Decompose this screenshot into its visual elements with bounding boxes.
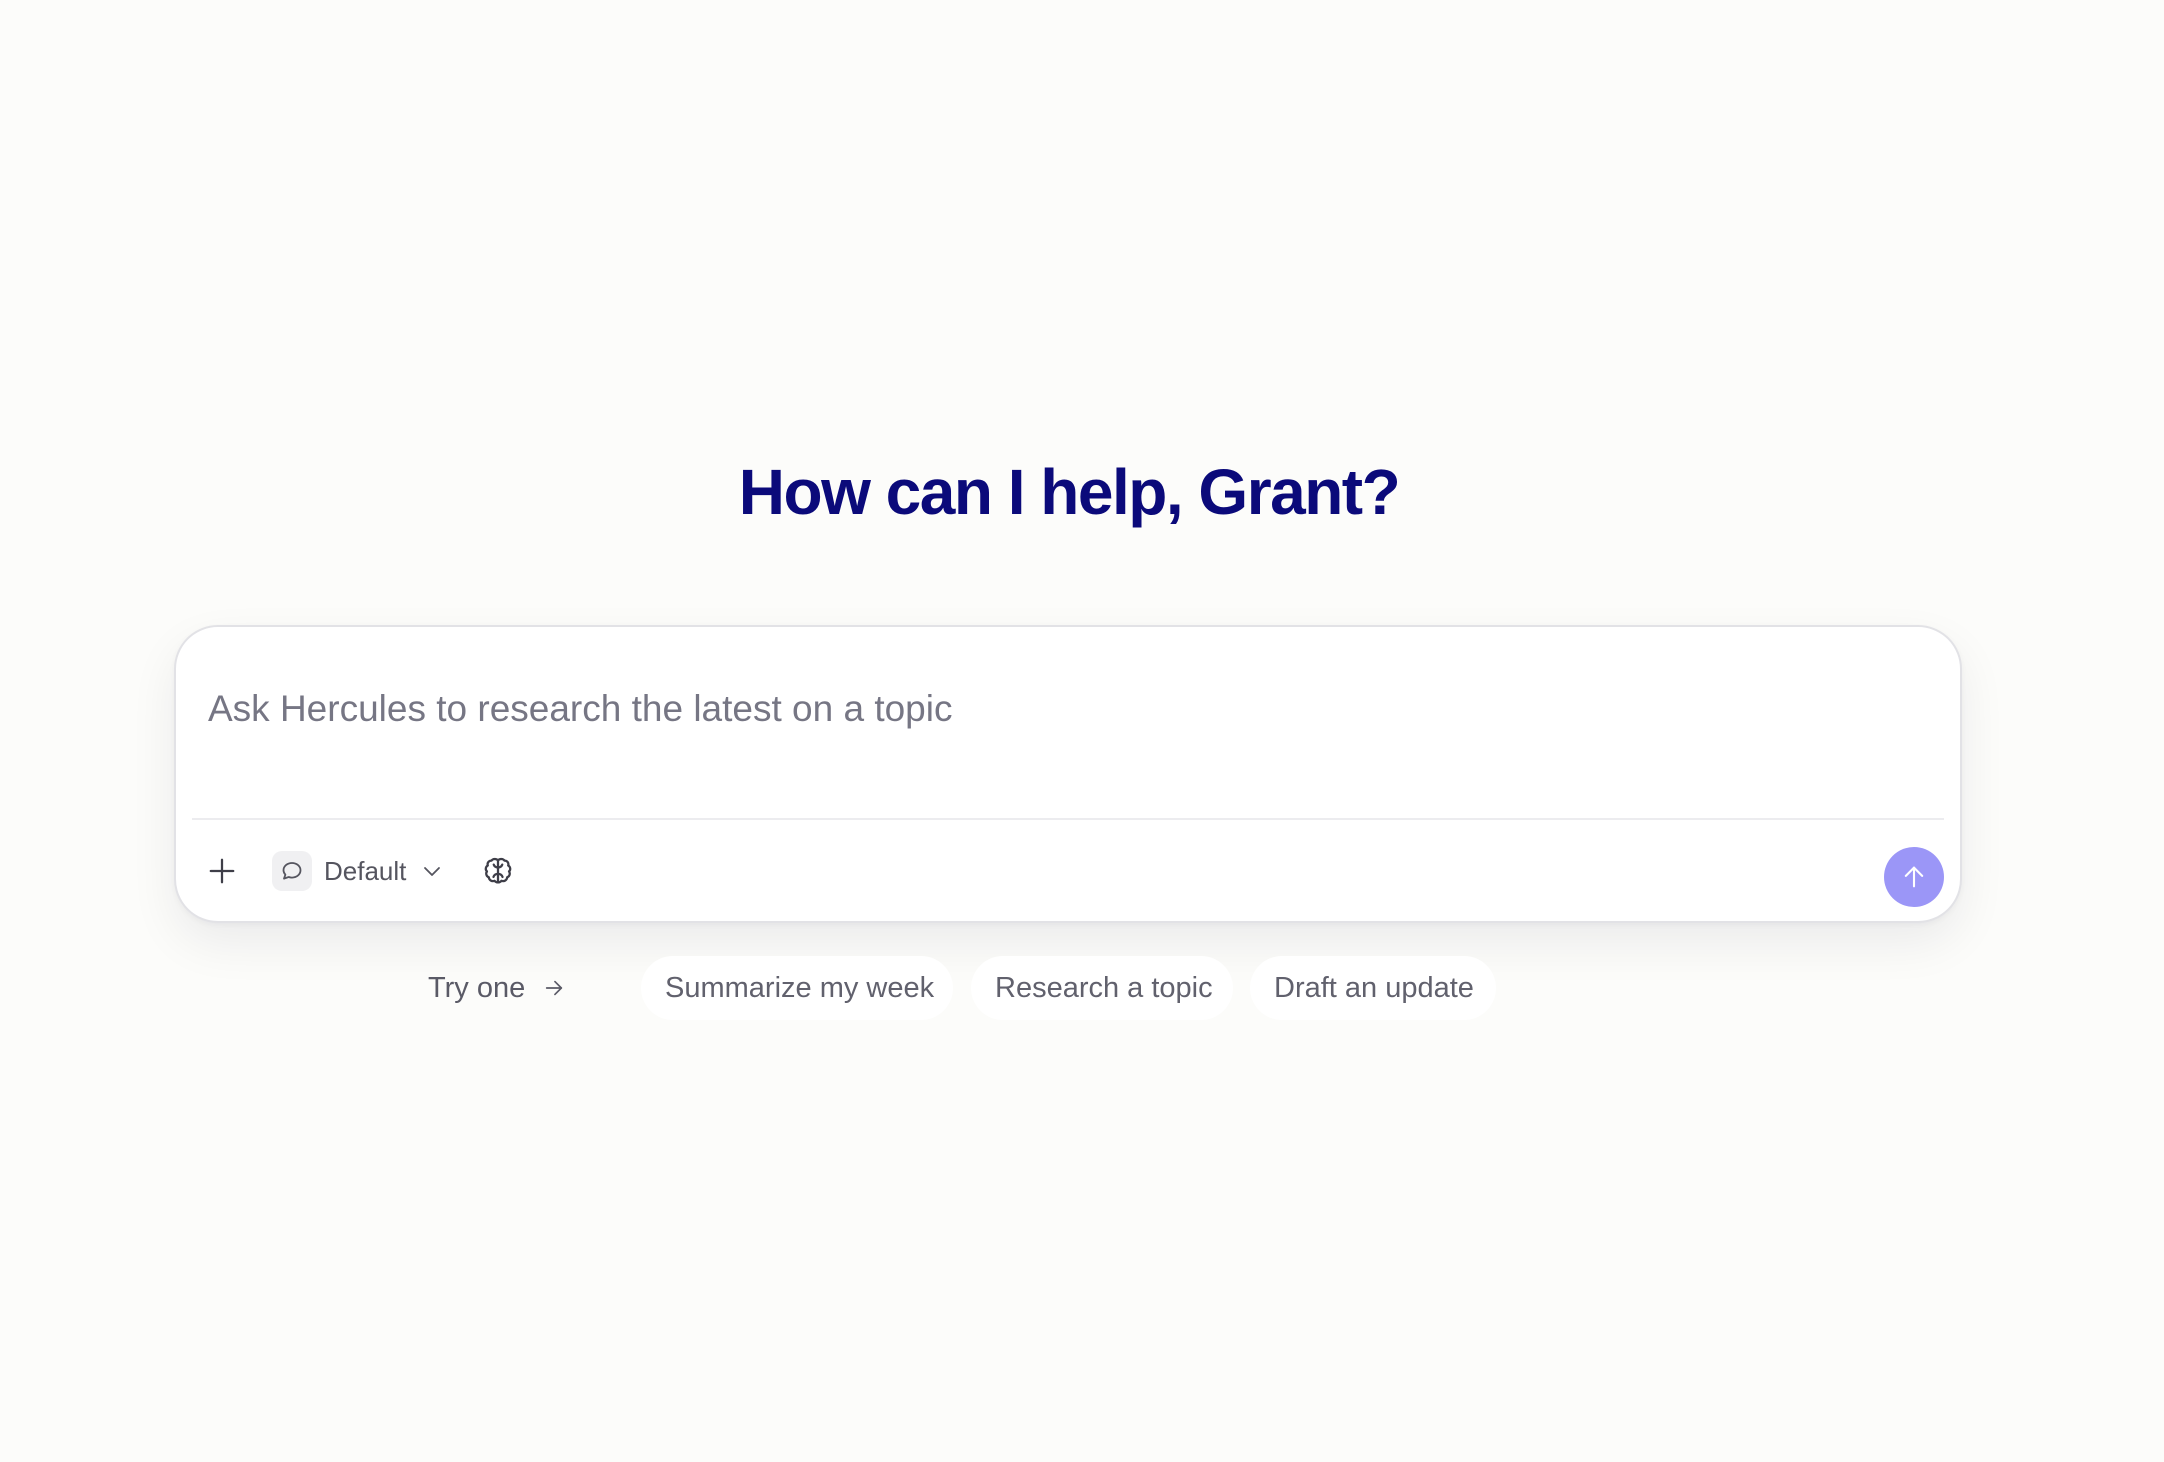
- suggestion-chip-summarize-my-week[interactable]: Summarize my week: [641, 956, 953, 1020]
- suggestion-chip-research-a-topic[interactable]: Research a topic: [971, 956, 1233, 1020]
- arrow-right-icon: [543, 977, 565, 999]
- plus-icon: [209, 858, 235, 884]
- brain-icon: [484, 857, 512, 884]
- chat-bubble-icon: [282, 862, 302, 880]
- mode-icon-box: [272, 851, 312, 891]
- reasoning-toggle-button[interactable]: [474, 847, 522, 895]
- chat-composer: Default: [174, 625, 1962, 923]
- add-attachment-button[interactable]: [198, 847, 246, 895]
- composer-divider: [192, 818, 1944, 820]
- suggestions-row: Try one Summarize my week Research a top…: [0, 956, 2164, 1020]
- send-button[interactable]: [1884, 847, 1944, 907]
- try-one-label: Try one: [428, 971, 526, 1004]
- suggestion-chip-draft-an-update[interactable]: Draft an update: [1250, 956, 1496, 1020]
- mode-selector[interactable]: Default: [272, 847, 444, 895]
- try-one-link[interactable]: Try one: [428, 956, 565, 1020]
- page-title: How can I help, Grant?: [738, 456, 1401, 528]
- prompt-input[interactable]: [208, 679, 1908, 739]
- arrow-up-icon: [1904, 866, 1924, 888]
- mode-label: Default: [324, 855, 407, 886]
- chevron-down-icon: [420, 859, 444, 883]
